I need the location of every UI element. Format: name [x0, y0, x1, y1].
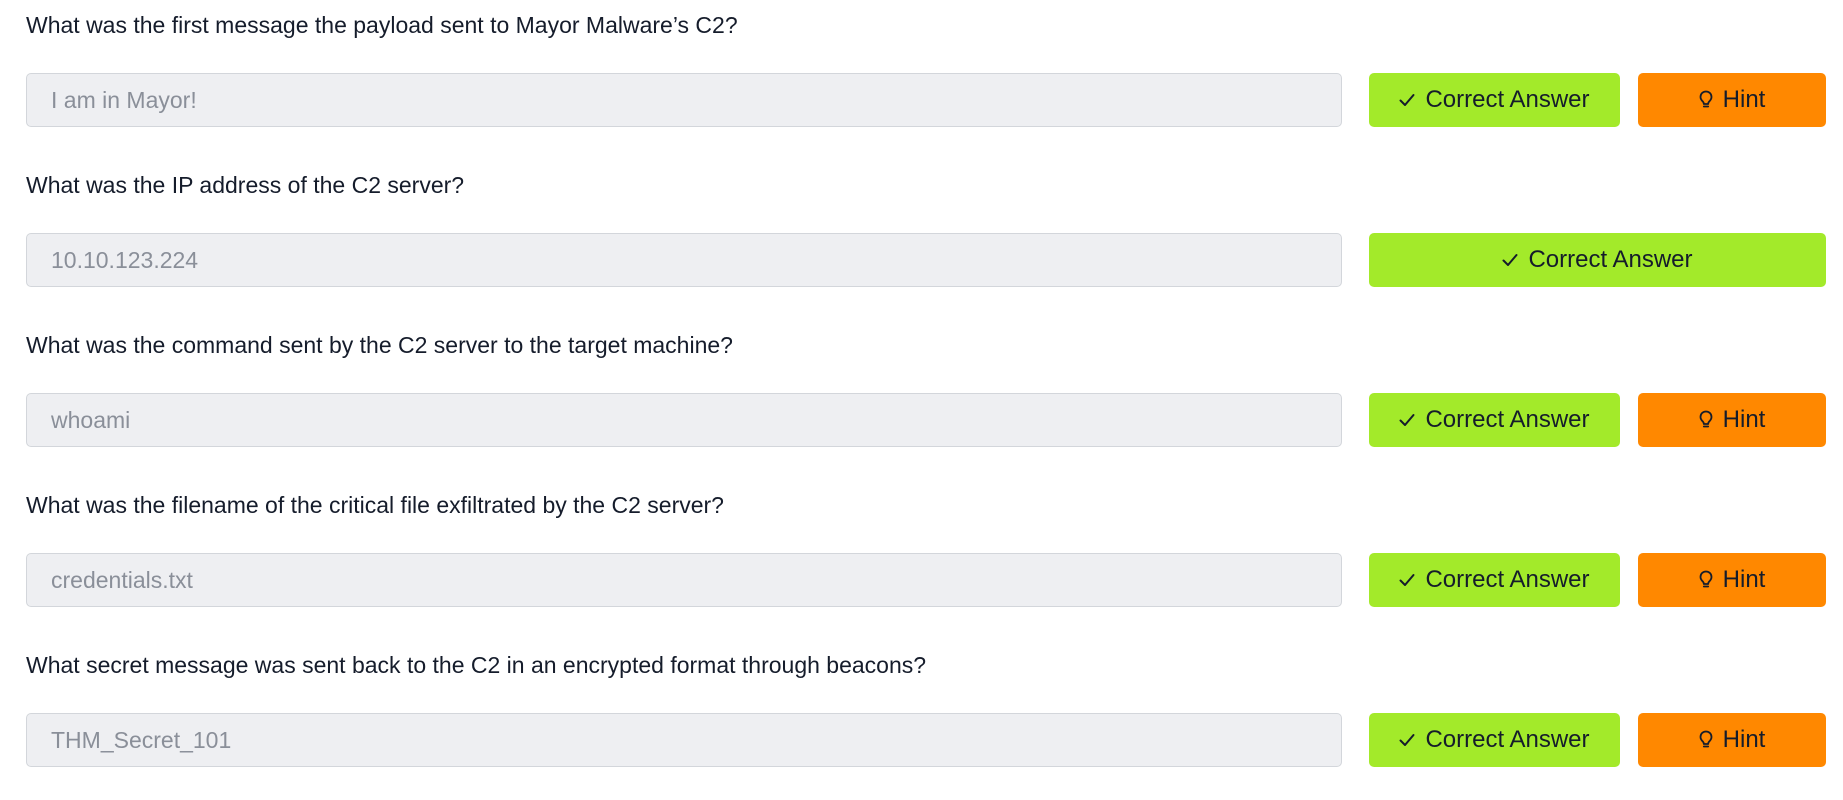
- hint-button[interactable]: Hint: [1638, 73, 1826, 127]
- question-block-3: What was the command sent by the C2 serv…: [26, 320, 1826, 480]
- hint-button[interactable]: Hint: [1638, 713, 1826, 767]
- hint-label: Hint: [1722, 566, 1766, 593]
- question-block-1: What was the first message the payload s…: [26, 0, 1826, 160]
- hint-button[interactable]: Hint: [1638, 553, 1826, 607]
- correct-answer-label: Correct Answer: [1425, 726, 1590, 753]
- correct-answer-label: Correct Answer: [1425, 406, 1590, 433]
- question-block-4: What was the filename of the critical fi…: [26, 480, 1826, 640]
- question-text: What was the IP address of the C2 server…: [26, 172, 465, 198]
- question-list: What was the first message the payload s…: [26, 0, 1826, 800]
- answer-field[interactable]: [26, 393, 1342, 447]
- correct-answer-label: Correct Answer: [1425, 86, 1590, 113]
- question-text: What secret message was sent back to the…: [26, 652, 927, 678]
- correct-answer-button[interactable]: Correct Answer: [1369, 393, 1620, 447]
- hint-button[interactable]: Hint: [1638, 393, 1826, 447]
- answer-field[interactable]: [26, 233, 1342, 287]
- checkmark-icon: [1399, 93, 1415, 107]
- checkmark-icon: [1399, 573, 1415, 587]
- checkmark-icon: [1399, 733, 1415, 747]
- hint-label: Hint: [1722, 726, 1766, 753]
- lightbulb-icon: [1699, 410, 1713, 430]
- correct-answer-button[interactable]: Correct Answer: [1369, 553, 1620, 607]
- question-text: What was the filename of the critical fi…: [26, 492, 724, 518]
- correct-answer-label: Correct Answer: [1425, 566, 1590, 593]
- correct-answer-button[interactable]: Correct Answer: [1369, 713, 1620, 767]
- hint-label: Hint: [1722, 406, 1766, 433]
- question-text: What was the command sent by the C2 serv…: [26, 332, 733, 358]
- answer-field[interactable]: [26, 713, 1342, 767]
- lightbulb-icon: [1699, 730, 1713, 750]
- question-text: What was the first message the payload s…: [26, 12, 738, 38]
- lightbulb-icon: [1699, 570, 1713, 590]
- checkmark-icon: [1399, 413, 1415, 427]
- answer-field[interactable]: [26, 553, 1342, 607]
- question-block-2: What was the IP address of the C2 server…: [26, 160, 1826, 320]
- question-block-5: What secret message was sent back to the…: [26, 640, 1826, 800]
- correct-answer-label: Correct Answer: [1528, 246, 1693, 273]
- correct-answer-button[interactable]: Correct Answer: [1369, 73, 1620, 127]
- checkmark-icon: [1502, 253, 1518, 267]
- answer-field[interactable]: [26, 73, 1342, 127]
- hint-label: Hint: [1722, 86, 1766, 113]
- lightbulb-icon: [1699, 90, 1713, 110]
- correct-answer-button[interactable]: Correct Answer: [1369, 233, 1826, 287]
